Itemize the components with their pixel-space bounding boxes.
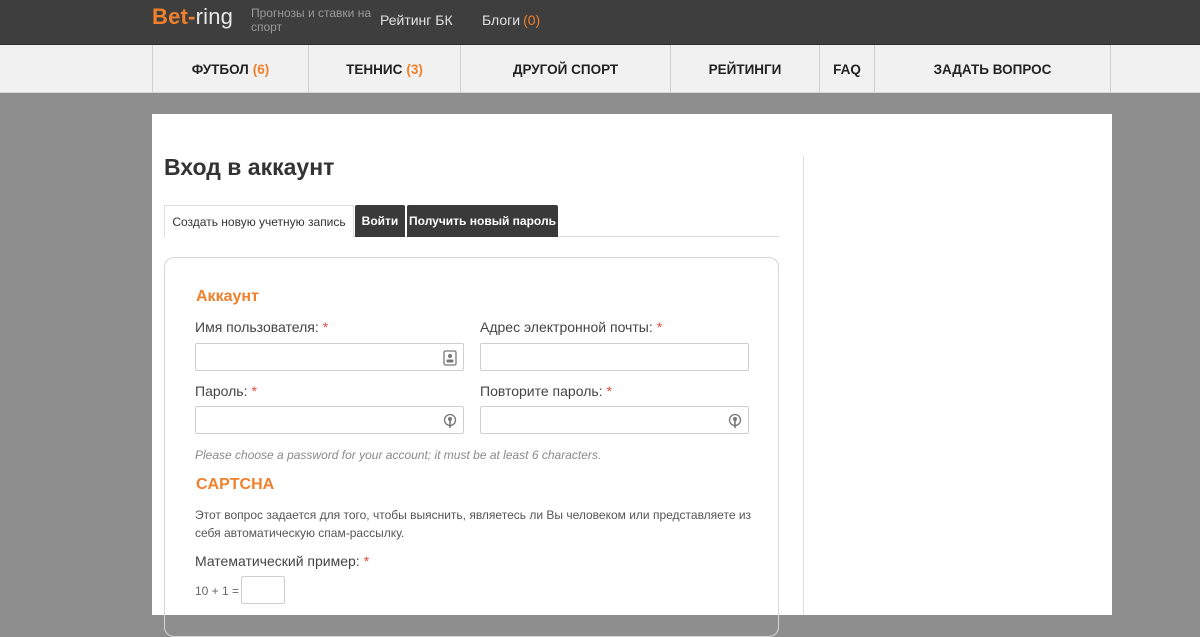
nav-item-count: (3) [406, 61, 423, 77]
nav-item-label: FAQ [833, 61, 861, 77]
email-input[interactable] [480, 343, 749, 371]
account-tabs: Создать новую учетную запись Войти Получ… [164, 205, 779, 238]
site-logo[interactable]: Bet-ring [152, 4, 233, 30]
site-tagline: Прогнозы и ставки на спорт [251, 6, 372, 34]
nav-item-label: ТЕННИС [346, 61, 403, 77]
blogs-count-badge: (0) [523, 12, 541, 28]
math-question: 10 + 1 = [195, 584, 240, 598]
password-hint: Please choose a password for your accoun… [195, 448, 602, 462]
main-navigation: ФУТБОЛ (6) ТЕННИС (3) ДРУГОЙ СПОРТ РЕЙТИНГ… [0, 45, 1200, 93]
nav-item-label: ФУТБОЛ [191, 61, 249, 77]
tab-login[interactable]: Войти [355, 205, 405, 237]
required-mark: * [606, 383, 612, 399]
nav-item-other-sport[interactable]: ДРУГОЙ СПОРТ [460, 45, 670, 93]
nav-item-ratings[interactable]: РЕЙТИНГИ [670, 45, 819, 93]
nav-item-tennis[interactable]: ТЕННИС (3) [308, 45, 460, 93]
captcha-answer-input[interactable] [241, 576, 285, 604]
username-label: Имя пользователя: * [195, 319, 328, 335]
account-section-title: Аккаунт [196, 288, 259, 305]
nav-item-label: РЕЙТИНГИ [708, 61, 782, 77]
page-title: Вход в аккаунт [164, 154, 335, 180]
password-repeat-label: Повторите пароль: * [480, 383, 612, 399]
email-label: Адрес электронной почты: * [480, 319, 662, 335]
nav-item-label: ЗАДАТЬ ВОПРОС [933, 61, 1052, 77]
password-repeat-label-text: Повторите пароль: [480, 383, 603, 399]
captcha-section-title: CAPTCHA [196, 476, 275, 493]
password-repeat-input[interactable] [480, 406, 749, 434]
password-label: Пароль: * [195, 383, 257, 399]
tab-label: Создать новую учетную запись [172, 214, 346, 229]
top-link-bk-rating[interactable]: Рейтинг БК [380, 12, 453, 28]
nav-item-count: (6) [252, 61, 270, 77]
username-input[interactable] [195, 343, 464, 371]
tab-label: Получить новый пароль [409, 214, 556, 228]
math-label: Математический пример: * [195, 553, 369, 569]
password-input[interactable] [195, 406, 464, 434]
required-mark: * [656, 319, 663, 335]
nav-item-ask-question[interactable]: ЗАДАТЬ ВОПРОС [874, 45, 1111, 93]
logo-text-ring: ring [195, 4, 234, 29]
top-link-label: Блоги [482, 12, 521, 28]
required-mark: * [363, 553, 370, 569]
username-label-text: Имя пользователя: [195, 319, 319, 335]
registration-form: Аккаунт Имя пользователя: * Адрес электро… [164, 257, 779, 637]
top-link-blogs[interactable]: Блоги (0) [482, 12, 540, 28]
password-key-icon [728, 413, 742, 428]
password-label-text: Пароль: [195, 383, 248, 399]
nav-item-label: ДРУГОЙ СПОРТ [512, 61, 619, 77]
email-label-text: Адрес электронной почты: [480, 319, 653, 335]
sidebar-divider [803, 156, 804, 615]
top-bar: Bet-ring Прогнозы и ставки на спорт Рейт… [0, 0, 1200, 45]
tab-create-account[interactable]: Создать новую учетную запись [164, 205, 354, 238]
captcha-description: Этот вопрос задается для того, чтобы выя… [195, 508, 752, 540]
required-mark: * [322, 319, 329, 335]
contact-card-icon [443, 350, 457, 366]
top-link-label: Рейтинг БК [380, 12, 453, 28]
tab-new-password[interactable]: Получить новый пароль [407, 205, 558, 237]
math-label-text: Математический пример: [195, 553, 360, 569]
nav-item-faq[interactable]: FAQ [819, 45, 874, 93]
tab-label: Войти [361, 214, 399, 228]
logo-text-bet: Bet- [152, 4, 196, 29]
required-mark: * [251, 383, 257, 399]
nav-item-football[interactable]: ФУТБОЛ (6) [152, 45, 308, 93]
main-content: Вход в аккаунт Создать новую учетную зап… [152, 114, 1112, 637]
password-key-icon [443, 413, 457, 428]
